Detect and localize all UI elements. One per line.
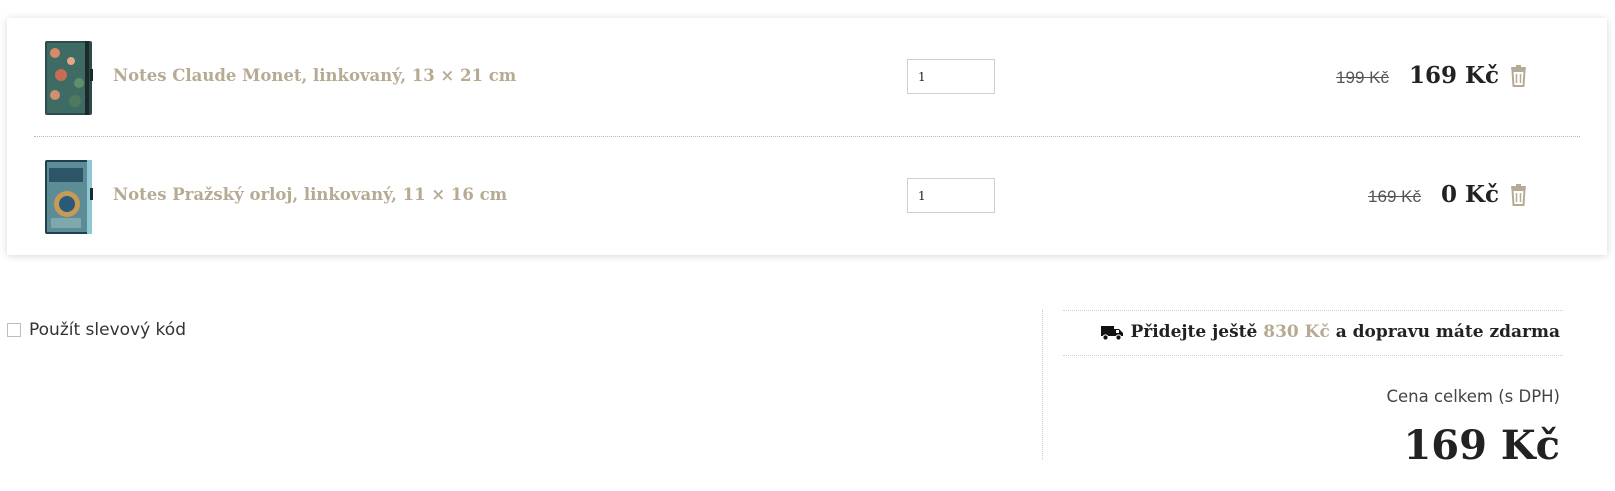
old-price: 169 Kč — [1368, 187, 1421, 206]
item-price: 169 Kč — [1408, 62, 1499, 89]
free-shipping-notice: Přidejte ještě 830 Kč a dopravu máte zda… — [1063, 310, 1563, 356]
total-price: 169 Kč — [1403, 422, 1560, 469]
trash-icon[interactable] — [1510, 184, 1527, 206]
product-name-link[interactable]: Notes Claude Monet, linkovaný, 13 × 21 c… — [113, 66, 516, 85]
product-thumbnail[interactable] — [41, 39, 96, 117]
shipping-text-before: Přidejte ještě — [1130, 322, 1258, 342]
quantity-input[interactable] — [907, 59, 995, 94]
quantity-input[interactable] — [907, 178, 995, 213]
item-price: 0 Kč — [1440, 181, 1499, 208]
cart-item-row: Notes Pražský orloj, linkovaný, 11 × 16 … — [7, 137, 1607, 255]
total-label: Cena celkem (s DPH) — [1386, 387, 1560, 406]
cart-item-row: Notes Claude Monet, linkovaný, 13 × 21 c… — [7, 18, 1607, 137]
shipping-remaining-amount: 830 Kč — [1263, 322, 1330, 342]
price-group: 199 Kč 169 Kč — [1336, 62, 1499, 92]
shipping-text: Přidejte ještě 830 Kč a dopravu máte zda… — [1130, 322, 1560, 342]
trash-icon[interactable] — [1510, 65, 1527, 87]
price-group: 169 Kč 0 Kč — [1368, 181, 1499, 211]
product-name-link[interactable]: Notes Pražský orloj, linkovaný, 11 × 16 … — [113, 185, 507, 204]
notebook-monet-thumbnail-icon — [45, 41, 93, 115]
notebook-prague-thumbnail-icon — [45, 160, 93, 234]
truck-icon — [1101, 324, 1123, 341]
product-thumbnail[interactable] — [41, 158, 96, 236]
cart-items-box: Notes Claude Monet, linkovaný, 13 × 21 c… — [7, 18, 1607, 255]
discount-label: Použít slevový kód — [29, 320, 186, 340]
order-summary: Přidejte ještě 830 Kč a dopravu máte zda… — [1042, 310, 1563, 469]
discount-code-toggle[interactable]: Použít slevový kód — [7, 320, 186, 340]
shipping-text-after: a dopravu máte zdarma — [1335, 322, 1560, 342]
discount-checkbox[interactable] — [7, 323, 21, 337]
old-price: 199 Kč — [1336, 68, 1389, 87]
